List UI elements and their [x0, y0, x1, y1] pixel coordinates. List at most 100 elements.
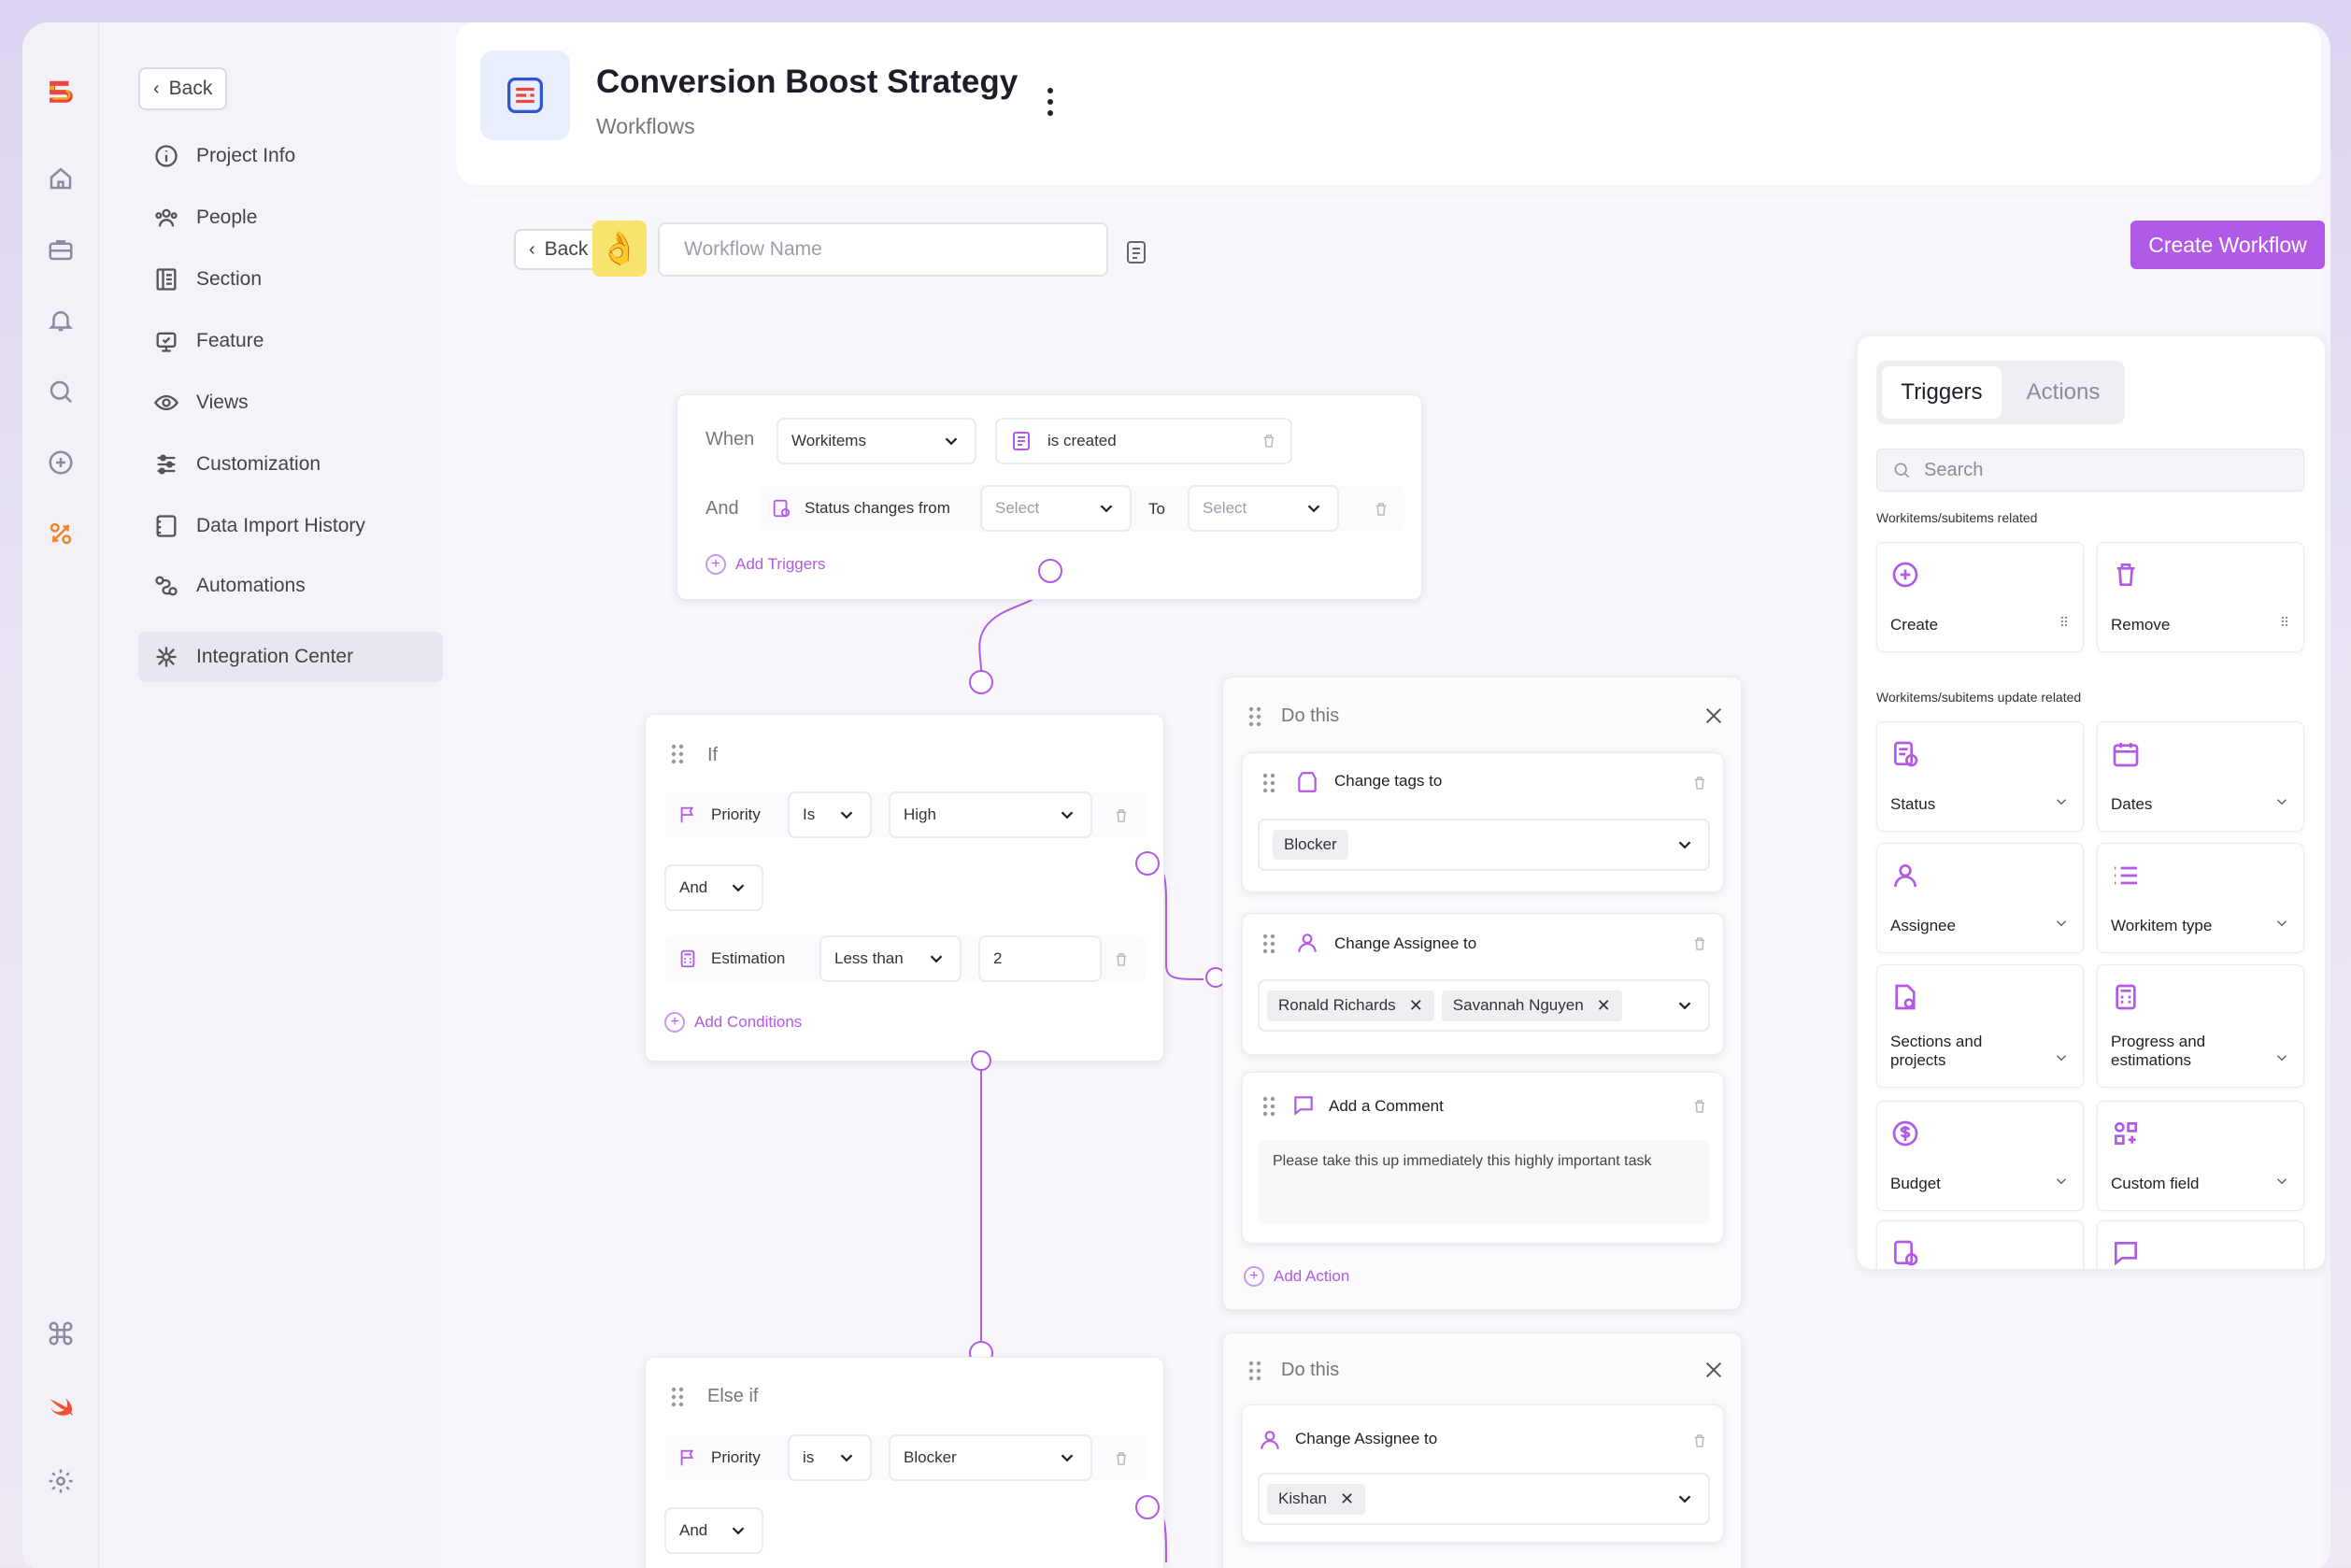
drag-handle-icon[interactable] [1261, 1095, 1276, 1118]
tab-actions[interactable]: Actions [2007, 366, 2119, 419]
tile-budget[interactable]: Budget [1876, 1101, 2084, 1211]
nav-item-automations[interactable]: Automations [138, 561, 443, 611]
connector-node[interactable] [971, 1050, 991, 1071]
drag-handle-icon[interactable]: ⠿ [2059, 615, 2070, 631]
nav-item-project-info[interactable]: Project Info [138, 131, 443, 181]
tags-select[interactable]: Blocker [1258, 819, 1710, 871]
tile-custom-field[interactable]: Custom field [2097, 1101, 2304, 1211]
value-select[interactable]: High [889, 791, 1092, 838]
drag-handle-icon[interactable] [1261, 772, 1276, 794]
comment-textarea[interactable]: Please take this up immediately this hig… [1258, 1140, 1710, 1224]
tile-dates[interactable]: Dates [2097, 721, 2304, 832]
calendar-icon [2111, 739, 2141, 769]
swift-icon[interactable] [45, 1390, 77, 1422]
settings-icon[interactable] [45, 1465, 77, 1497]
join-select[interactable]: And [664, 864, 763, 911]
trash-icon[interactable] [1113, 806, 1130, 825]
operator-select[interactable]: is [788, 1434, 872, 1481]
search-icon [1894, 463, 1910, 478]
briefcase-icon[interactable] [45, 234, 77, 265]
emoji-picker-button[interactable]: 👌 [592, 221, 647, 277]
bell-icon[interactable] [45, 305, 77, 336]
tile-assignee[interactable]: Assignee [1876, 843, 2084, 953]
tile-progress-estimations[interactable]: Progress and estimations [2097, 964, 2304, 1088]
join-select[interactable]: And [664, 1507, 763, 1554]
assignee-select[interactable]: Kishan ✕ [1258, 1473, 1710, 1525]
value-input[interactable]: 2 [978, 935, 1102, 982]
drag-handle-icon[interactable] [670, 1386, 685, 1408]
nav-item-people[interactable]: People [138, 192, 443, 243]
connector-node[interactable] [1135, 1495, 1160, 1519]
comment-icon [2111, 1238, 2141, 1268]
close-icon[interactable]: ✕ [1409, 996, 1423, 1016]
nav-item-data-import-history[interactable]: Data Import History [138, 501, 443, 551]
trash-icon[interactable] [1113, 950, 1130, 969]
nav-item-views[interactable]: Views [138, 378, 443, 428]
nav-item-customization[interactable]: Customization [138, 439, 443, 490]
close-icon[interactable]: ✕ [1597, 996, 1611, 1016]
nav-item-section[interactable]: Section [138, 254, 443, 305]
tile-workitem-type[interactable]: Workitem type [2097, 843, 2304, 953]
list-icon [2111, 861, 2141, 891]
add-conditions-link[interactable]: + Add Conditions [664, 1012, 802, 1033]
trigger-event-select[interactable]: is created [995, 418, 1292, 464]
trigger-subject-select[interactable]: Workitems [777, 418, 976, 464]
add-circle-icon[interactable] [45, 447, 77, 478]
tab-triggers[interactable]: Triggers [1882, 366, 2002, 419]
add-action-link[interactable]: + Add Action [1244, 1266, 1349, 1287]
do-this-title: Do this [1281, 1360, 1340, 1380]
close-icon[interactable]: ✕ [1340, 1490, 1354, 1509]
value-select[interactable]: Blocker [889, 1434, 1092, 1481]
trash-icon[interactable] [1373, 500, 1389, 519]
close-icon[interactable] [1703, 706, 1724, 726]
tile-status[interactable]: Status [1876, 721, 2084, 832]
builder-back-button[interactable]: ‹ Back [514, 229, 604, 270]
command-icon[interactable] [45, 1318, 77, 1349]
drag-handle-icon[interactable] [1247, 706, 1262, 728]
from-status-select[interactable]: Select [980, 485, 1132, 532]
add-triggers-link[interactable]: + Add Triggers [705, 554, 825, 575]
app-logo[interactable] [45, 75, 77, 107]
connector-node[interactable] [969, 670, 993, 694]
project-header: Conversion Boost Strategy Workflows [456, 22, 2321, 185]
tile-partial[interactable] [2097, 1220, 2304, 1269]
action-label: Change Assignee to [1295, 1430, 1438, 1447]
to-status-select[interactable]: Select [1188, 485, 1339, 532]
home-icon[interactable] [45, 163, 77, 194]
operator-select[interactable]: Is [788, 791, 872, 838]
drag-handle-icon[interactable] [1261, 933, 1276, 955]
trash-icon[interactable] [1261, 431, 1277, 451]
connector-node[interactable] [1038, 559, 1062, 583]
more-options-icon[interactable] [1045, 86, 1056, 118]
nav-item-feature[interactable]: Feature [138, 316, 443, 366]
nav-label: Section [196, 268, 263, 290]
nav-back-button[interactable]: ‹ Back [138, 67, 228, 110]
tile-sections-projects[interactable]: Sections and projects [1876, 964, 2084, 1088]
trash-icon[interactable] [1691, 1432, 1708, 1450]
trash-icon[interactable] [1113, 1449, 1130, 1468]
notes-icon[interactable] [1125, 239, 1147, 265]
nav-item-integration-center[interactable]: Integration Center [138, 632, 443, 682]
operator-select[interactable]: Less than [819, 935, 962, 982]
tile-remove[interactable]: Remove ⠿ [2097, 542, 2304, 652]
tile-create[interactable]: Create ⠿ [1876, 542, 2084, 652]
tile-partial[interactable] [1876, 1220, 2084, 1269]
trash-icon[interactable] [1691, 934, 1708, 953]
search-icon[interactable] [45, 376, 77, 407]
nav-label: Integration Center [196, 646, 354, 667]
connector-node[interactable] [1135, 851, 1160, 876]
drag-handle-icon[interactable] [670, 743, 685, 765]
nav-label: Views [196, 392, 249, 413]
create-workflow-button[interactable]: Create Workflow [2130, 221, 2325, 269]
assignee-select[interactable]: Ronald Richards ✕ Savannah Nguyen ✕ [1258, 979, 1710, 1032]
drag-handle-icon[interactable] [1247, 1360, 1262, 1382]
comment-icon [1294, 1096, 1313, 1116]
chevron-down-icon [1674, 1489, 1695, 1509]
integrations-icon[interactable] [45, 518, 77, 549]
close-icon[interactable] [1703, 1360, 1724, 1380]
drag-handle-icon[interactable]: ⠿ [2280, 615, 2290, 631]
trash-icon[interactable] [1691, 774, 1708, 792]
panel-search-input[interactable]: Search [1876, 449, 2304, 492]
workflow-name-input[interactable]: Workflow Name [658, 222, 1108, 277]
trash-icon[interactable] [1691, 1097, 1708, 1116]
